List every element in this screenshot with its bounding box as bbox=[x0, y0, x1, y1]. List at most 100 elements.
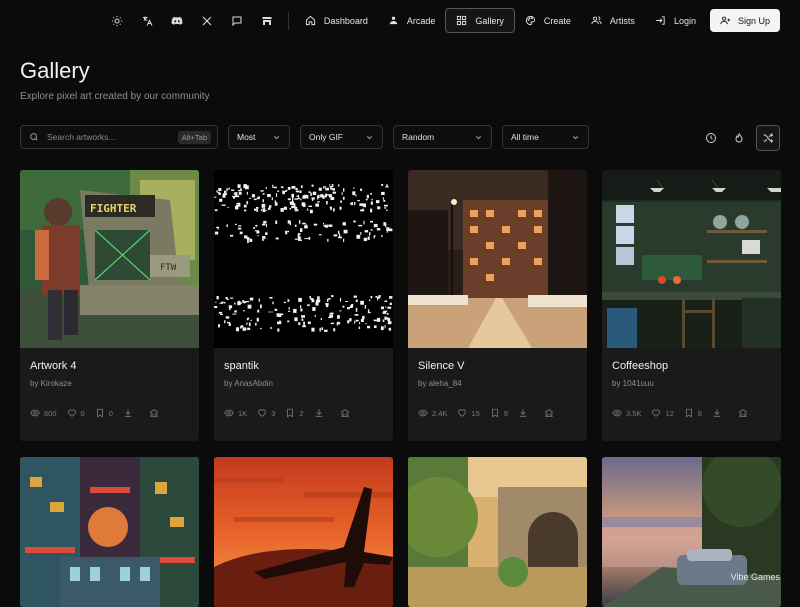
artwork-stats: 2.4K 15 9 bbox=[418, 408, 577, 418]
save-button[interactable]: 8 bbox=[684, 408, 702, 418]
save-count: 8 bbox=[697, 408, 702, 418]
artwork-card[interactable] bbox=[602, 457, 781, 607]
artwork-card[interactable] bbox=[20, 457, 199, 607]
artwork-title[interactable]: Silence V bbox=[418, 360, 577, 372]
artwork-grid-row-2 bbox=[20, 457, 781, 607]
artwork-card[interactable]: FIGHTER FTW Artwork 4 by Kirokaze 600 0 … bbox=[20, 170, 199, 441]
download-icon[interactable] bbox=[712, 408, 722, 418]
sign-up-button[interactable]: Sign Up bbox=[709, 9, 780, 32]
heart-icon bbox=[67, 409, 76, 417]
artwork-card[interactable]: Silence V by aleha_84 2.4K 15 9 bbox=[408, 170, 587, 441]
artwork-thumbnail[interactable] bbox=[408, 170, 587, 348]
flame-icon[interactable] bbox=[728, 126, 750, 150]
artwork-thumbnail[interactable] bbox=[20, 457, 199, 607]
like-button[interactable]: 3 bbox=[257, 408, 275, 418]
artwork-title[interactable]: spantik bbox=[224, 360, 383, 372]
bookmark-icon bbox=[685, 408, 692, 418]
x-icon[interactable] bbox=[192, 9, 222, 32]
artwork-stats: 1K 3 2 bbox=[224, 408, 383, 418]
like-count: 3 bbox=[271, 408, 276, 418]
nav-link-login[interactable]: Login bbox=[645, 9, 706, 32]
svg-text:FIGHTER: FIGHTER bbox=[90, 202, 137, 215]
view-count-value: 3.5K bbox=[626, 408, 642, 418]
search-icon bbox=[30, 133, 38, 141]
search-box[interactable]: Alt+Tab bbox=[20, 125, 218, 149]
discord-icon[interactable] bbox=[162, 9, 192, 32]
artwork-card[interactable] bbox=[214, 457, 393, 607]
heart-icon bbox=[652, 409, 661, 417]
user-plus-icon bbox=[720, 16, 731, 25]
home-icon bbox=[305, 15, 315, 26]
save-button[interactable]: 2 bbox=[285, 408, 304, 418]
artwork-author[interactable]: by AnasAbdin bbox=[224, 379, 383, 388]
like-button[interactable]: 15 bbox=[457, 408, 480, 418]
order-select-value: Random bbox=[402, 132, 435, 142]
store-icon[interactable] bbox=[252, 9, 282, 32]
order-select[interactable]: Random bbox=[393, 125, 492, 149]
save-count: 0 bbox=[108, 408, 113, 418]
museum-icon[interactable] bbox=[340, 408, 350, 418]
artwork-author[interactable]: by aleha_84 bbox=[418, 379, 577, 388]
view-count-value: 2.4K bbox=[432, 408, 448, 418]
artwork-thumbnail[interactable] bbox=[602, 457, 781, 607]
like-button[interactable]: 0 bbox=[67, 408, 85, 418]
time-select-value: All time bbox=[511, 132, 539, 142]
format-select-value: Only GIF bbox=[309, 132, 344, 142]
save-count: 9 bbox=[503, 408, 508, 418]
download-icon[interactable] bbox=[123, 408, 133, 418]
artwork-card[interactable] bbox=[408, 457, 587, 607]
heart-icon bbox=[458, 409, 467, 417]
time-select[interactable]: All time bbox=[502, 125, 589, 149]
chat-icon[interactable] bbox=[222, 9, 252, 32]
nav-link-gallery[interactable]: Gallery bbox=[445, 8, 515, 33]
nav-link-artists[interactable]: Artists bbox=[581, 9, 645, 32]
search-shortcut: Alt+Tab bbox=[177, 130, 211, 144]
download-icon[interactable] bbox=[314, 408, 324, 418]
top-nav: Dashboard Arcade Gallery Create Artists … bbox=[0, 0, 800, 40]
like-count: 0 bbox=[80, 408, 85, 418]
download-icon[interactable] bbox=[518, 408, 528, 418]
view-count: 2.4K bbox=[418, 408, 447, 418]
artwork-card[interactable]: Coffeeshop by 1041uuu 3.5K 12 8 bbox=[602, 170, 781, 441]
eye-icon bbox=[418, 409, 428, 417]
museum-icon[interactable] bbox=[149, 408, 159, 418]
artwork-title[interactable]: Coffeeshop bbox=[612, 360, 771, 372]
artwork-thumbnail[interactable]: FIGHTER FTW bbox=[20, 170, 199, 348]
artwork-stats: 600 0 0 bbox=[30, 408, 189, 418]
sort-select[interactable]: Most bbox=[228, 125, 290, 149]
nav-link-dashboard[interactable]: Dashboard bbox=[295, 9, 378, 32]
artwork-thumbnail[interactable] bbox=[214, 170, 393, 348]
artwork-author[interactable]: by 1041uuu bbox=[612, 379, 771, 388]
sign-up-label: Sign Up bbox=[737, 15, 770, 26]
clock-icon[interactable] bbox=[700, 126, 722, 150]
nav-link-create[interactable]: Create bbox=[515, 9, 581, 32]
search-input[interactable] bbox=[45, 131, 172, 143]
museum-icon[interactable] bbox=[544, 408, 554, 418]
nav-link-arcade[interactable]: Arcade bbox=[378, 9, 446, 32]
page-title: Gallery bbox=[20, 58, 90, 83]
page-subtitle: Explore pixel art created by our communi… bbox=[20, 91, 210, 102]
artwork-title[interactable]: Artwork 4 bbox=[30, 360, 189, 372]
sort-select-value: Most bbox=[237, 132, 256, 142]
artwork-thumbnail[interactable] bbox=[408, 457, 587, 607]
save-button[interactable]: 0 bbox=[95, 408, 113, 418]
save-button[interactable]: 9 bbox=[490, 408, 508, 418]
artwork-thumbnail[interactable] bbox=[602, 170, 781, 348]
sun-icon[interactable] bbox=[102, 9, 132, 32]
artwork-card[interactable]: spantik by AnasAbdin 1K 3 2 bbox=[214, 170, 393, 441]
artwork-thumbnail[interactable] bbox=[214, 457, 393, 607]
museum-icon[interactable] bbox=[738, 408, 748, 418]
grid-icon bbox=[457, 15, 467, 26]
bookmark-icon bbox=[287, 408, 294, 418]
shuffle-icon[interactable] bbox=[756, 125, 780, 151]
view-count-value: 1K bbox=[238, 408, 248, 418]
svg-text:FTW: FTW bbox=[160, 263, 177, 273]
artwork-author[interactable]: by Kirokaze bbox=[30, 379, 189, 388]
nav-divider bbox=[287, 11, 289, 30]
like-button[interactable]: 12 bbox=[651, 408, 674, 418]
gamepad-icon bbox=[389, 16, 398, 25]
chevron-down-icon bbox=[572, 135, 579, 139]
format-select[interactable]: Only GIF bbox=[300, 125, 383, 149]
filter-bar: Alt+Tab Most Only GIF Random All time bbox=[20, 125, 589, 149]
translate-icon[interactable] bbox=[132, 9, 162, 32]
